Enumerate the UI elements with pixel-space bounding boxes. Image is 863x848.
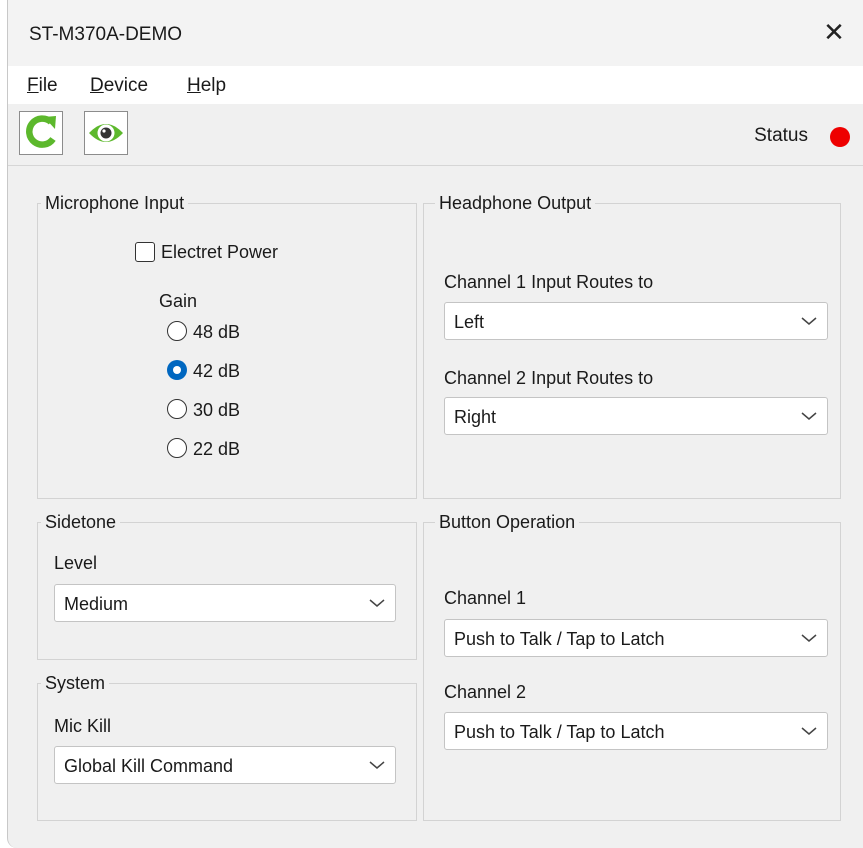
ch2-route-select[interactable]: Right xyxy=(444,397,828,435)
button-operation-title: Button Operation xyxy=(435,510,580,534)
gain-option-42db: 42 dB xyxy=(193,361,241,381)
mic-kill-select[interactable]: Global Kill Command xyxy=(54,746,396,784)
system-group: System Mic Kill Global Kill Command xyxy=(37,671,417,821)
gain-radio-42db[interactable] xyxy=(167,360,187,380)
gain-option-22db: 22 dB xyxy=(193,439,241,459)
mic-kill-value: Global Kill Command xyxy=(64,756,234,776)
menu-device-accel: D xyxy=(90,75,104,96)
system-title: System xyxy=(41,671,110,695)
button-ch1-value: Push to Talk / Tap to Latch xyxy=(454,629,665,649)
chevron-down-icon xyxy=(801,727,817,735)
mic-kill-label: Mic Kill xyxy=(54,716,111,736)
gain-radio-22db[interactable] xyxy=(167,438,187,458)
button-operation-group: Button Operation Channel 1 Push to Talk … xyxy=(423,510,841,821)
sidetone-level-value: Medium xyxy=(64,594,129,614)
menu-bar: File Device Help xyxy=(8,66,863,104)
view-button[interactable] xyxy=(84,111,128,155)
refresh-icon xyxy=(26,115,56,148)
menu-file-accel: F xyxy=(27,75,39,96)
headphone-output-group: Headphone Output Channel 1 Input Routes … xyxy=(423,191,841,499)
chevron-down-icon xyxy=(369,599,385,607)
chevron-down-icon xyxy=(801,317,817,325)
title-bar: ST-M370A-DEMO ✕ xyxy=(8,0,863,66)
gain-label: Gain xyxy=(159,291,198,311)
electret-power-label: Electret Power xyxy=(161,242,279,262)
gain-radio-48db[interactable] xyxy=(167,321,187,341)
menu-device-label: evice xyxy=(103,75,149,96)
close-button[interactable]: ✕ xyxy=(816,14,852,50)
menu-help-accel: H xyxy=(187,75,201,96)
close-icon: ✕ xyxy=(823,17,845,47)
refresh-button[interactable] xyxy=(19,111,63,155)
ch1-route-value: Left xyxy=(454,312,485,332)
status-indicator xyxy=(830,127,850,147)
sidetone-level-select[interactable]: Medium xyxy=(54,584,396,622)
app-window: ST-M370A-DEMO ✕ File Device Help Status … xyxy=(7,0,863,848)
status-label: Status xyxy=(754,125,808,146)
ch2-route-label: Channel 2 Input Routes to xyxy=(444,368,654,388)
menu-file[interactable]: File xyxy=(27,75,58,97)
sidetone-level-label: Level xyxy=(54,553,98,573)
gain-option-30db: 30 dB xyxy=(193,400,241,420)
ch2-route-value: Right xyxy=(454,407,497,427)
button-ch2-label: Channel 2 xyxy=(444,682,527,702)
headphone-output-title: Headphone Output xyxy=(435,191,596,215)
electret-power-checkbox[interactable] xyxy=(135,242,155,262)
ch1-route-label: Channel 1 Input Routes to xyxy=(444,272,654,292)
button-ch1-select[interactable]: Push to Talk / Tap to Latch xyxy=(444,619,828,657)
chevron-down-icon xyxy=(369,761,385,769)
sidetone-group: Sidetone Level Medium xyxy=(37,510,417,660)
button-ch2-select[interactable]: Push to Talk / Tap to Latch xyxy=(444,712,828,750)
chevron-down-icon xyxy=(801,634,817,642)
chevron-down-icon xyxy=(801,412,817,420)
sidetone-title: Sidetone xyxy=(41,510,121,534)
gain-radio-30db[interactable] xyxy=(167,399,187,419)
ch1-route-select[interactable]: Left xyxy=(444,302,828,340)
menu-help-label: elp xyxy=(200,75,227,96)
button-ch1-label: Channel 1 xyxy=(444,588,527,608)
menu-help[interactable]: Help xyxy=(187,75,226,97)
menu-file-label: ile xyxy=(38,75,58,96)
button-ch2-value: Push to Talk / Tap to Latch xyxy=(454,722,665,742)
microphone-input-group: Microphone Input Electret Power Gain 48 … xyxy=(37,191,417,499)
microphone-input-title: Microphone Input xyxy=(41,191,189,215)
menu-device[interactable]: Device xyxy=(90,75,148,97)
toolbar: Status xyxy=(8,104,863,166)
window-title: ST-M370A-DEMO xyxy=(29,24,183,45)
eye-icon xyxy=(89,124,123,142)
gain-option-48db: 48 dB xyxy=(193,322,241,342)
